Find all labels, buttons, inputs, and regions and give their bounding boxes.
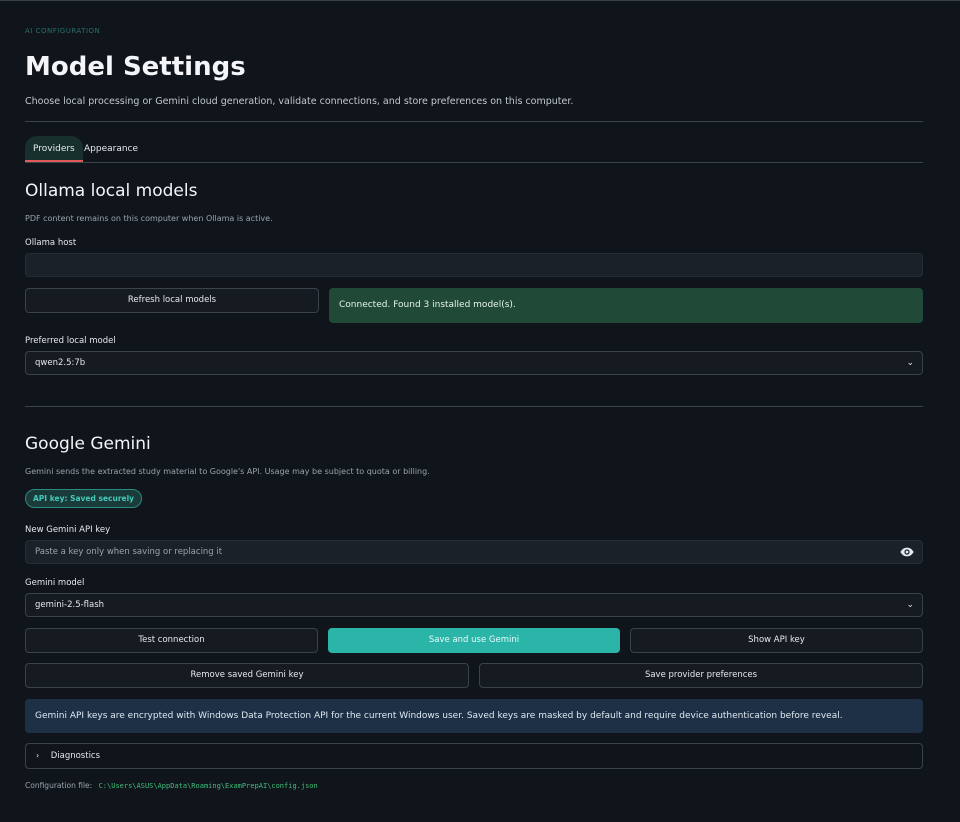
tab-providers[interactable]: Providers (25, 136, 83, 162)
ollama-note: PDF content remains on this computer whe… (25, 214, 273, 223)
section-divider (25, 406, 923, 407)
preferred-local-model-label: Preferred local model (25, 336, 116, 346)
chevron-down-icon: ⌄ (906, 358, 914, 368)
preferred-local-model-select[interactable]: qwen2.5:7b ⌄ (25, 351, 923, 375)
save-and-use-gemini-button[interactable]: Save and use Gemini (328, 628, 620, 653)
ollama-host-input[interactable] (25, 253, 923, 277)
chevron-down-icon: ⌄ (906, 600, 914, 610)
top-border (0, 0, 960, 1)
gemini-api-key-input[interactable]: Paste a key only when saving or replacin… (25, 540, 923, 564)
gemini-api-key-label: New Gemini API key (25, 525, 111, 535)
tab-appearance[interactable]: Appearance (76, 136, 146, 162)
gemini-heading: Google Gemini (25, 434, 151, 454)
gemini-model-select[interactable]: gemini-2.5-flash ⌄ (25, 593, 923, 617)
page-subtitle: Choose local processing or Gemini cloud … (25, 96, 574, 107)
connection-status-message: Connected. Found 3 installed model(s). (329, 288, 923, 323)
gemini-model-label: Gemini model (25, 578, 85, 588)
diagnostics-expander[interactable]: › Diagnostics (25, 743, 923, 769)
encryption-info-message: Gemini API keys are encrypted with Windo… (25, 699, 923, 733)
page-title: Model Settings (25, 52, 246, 82)
show-api-key-button[interactable]: Show API key (630, 628, 923, 653)
tab-bar-divider (25, 162, 923, 163)
configuration-file-row: Configuration file: C:\Users\ASUS\AppDat… (25, 781, 318, 790)
eyebrow-label: AI CONFIGURATION (25, 27, 101, 35)
gemini-model-value: gemini-2.5-flash (35, 600, 105, 610)
refresh-local-models-button[interactable]: Refresh local models (25, 288, 319, 313)
ollama-heading: Ollama local models (25, 181, 198, 201)
divider (25, 121, 923, 122)
remove-saved-gemini-key-button[interactable]: Remove saved Gemini key (25, 663, 469, 688)
diagnostics-label: Diagnostics (50, 751, 101, 761)
configuration-file-label: Configuration file: (25, 781, 93, 790)
test-connection-button[interactable]: Test connection (25, 628, 318, 653)
api-key-status-badge: API key: Saved securely (25, 489, 143, 508)
eye-icon[interactable] (900, 546, 914, 558)
configuration-file-path: C:\Users\ASUS\AppData\Roaming\ExamPrepAI… (98, 782, 318, 790)
save-provider-preferences-button[interactable]: Save provider preferences (479, 663, 923, 688)
ollama-host-label: Ollama host (25, 238, 77, 248)
chevron-right-icon: › (36, 751, 40, 760)
gemini-api-key-placeholder: Paste a key only when saving or replacin… (35, 547, 223, 557)
gemini-note: Gemini sends the extracted study materia… (25, 467, 430, 476)
preferred-local-model-value: qwen2.5:7b (35, 358, 86, 368)
